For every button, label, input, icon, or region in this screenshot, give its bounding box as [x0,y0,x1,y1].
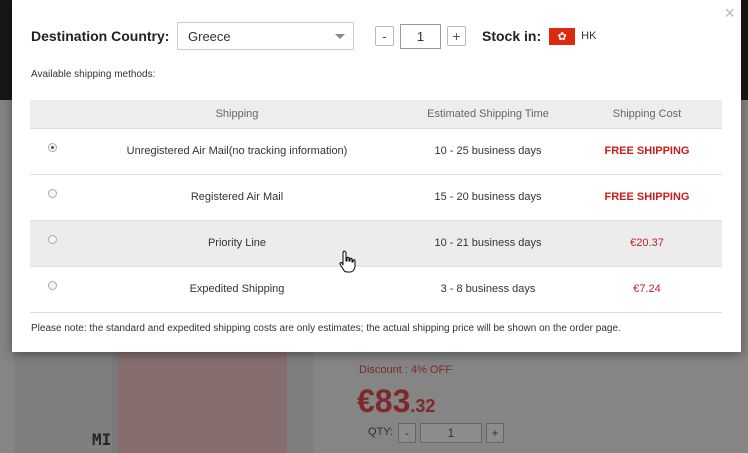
method-name: Registered Air Mail [70,174,404,221]
method-cost: €7.24 [572,266,722,313]
radio-priority-line[interactable] [47,235,57,244]
destination-row: Destination Country: Greece - 1 + Stock … [31,22,596,50]
close-icon[interactable]: × [724,4,735,22]
stock-region: HK [581,30,597,42]
country-value: Greece [188,28,231,44]
shipping-note: Please note: the standard and expedited … [31,323,621,334]
table-row[interactable]: Priority Line 10 - 21 business days €20.… [30,220,722,267]
radio-registered-air-mail[interactable] [47,189,57,198]
qty-plus-button[interactable]: + [447,26,466,46]
hong-kong-flag-icon: ✿ [549,27,576,45]
shipping-methods-table: Shipping Estimated Shipping Time Shippin… [30,100,722,313]
method-time: 10 - 21 business days [404,220,572,267]
table-row[interactable]: Registered Air Mail 15 - 20 business day… [30,174,722,221]
hand-cursor-icon [339,250,356,273]
available-methods-label: Available shipping methods: [31,69,156,80]
method-cost: FREE SHIPPING [572,174,722,221]
method-name: Unregistered Air Mail(no tracking inform… [70,128,404,175]
method-cost: €20.37 [572,220,722,267]
method-time: 10 - 25 business days [404,128,572,175]
table-row[interactable]: Unregistered Air Mail(no tracking inform… [30,128,722,175]
method-time: 3 - 8 business days [404,266,572,313]
destination-label: Destination Country: [31,28,170,44]
shipping-modal: × Destination Country: Greece - 1 + Stoc… [12,0,741,352]
country-select[interactable]: Greece [177,22,354,50]
qty-minus-button[interactable]: - [375,26,394,46]
qty-input[interactable]: 1 [400,23,441,49]
table-row[interactable]: Expedited Shipping 3 - 8 business days €… [30,266,722,313]
method-cost: FREE SHIPPING [572,128,722,175]
quantity-stepper: - 1 + [375,23,466,49]
table-header-row: Shipping Estimated Shipping Time Shippin… [30,100,722,129]
method-time: 15 - 20 business days [404,174,572,221]
header-select [30,100,70,129]
radio-expedited-shipping[interactable] [47,281,57,290]
radio-unregistered-air-mail[interactable] [47,143,57,152]
header-cost: Shipping Cost [572,100,722,129]
header-shipping: Shipping [70,100,404,129]
chevron-down-icon [335,33,345,39]
stock-label: Stock in: [482,28,542,44]
header-time: Estimated Shipping Time [404,100,572,129]
